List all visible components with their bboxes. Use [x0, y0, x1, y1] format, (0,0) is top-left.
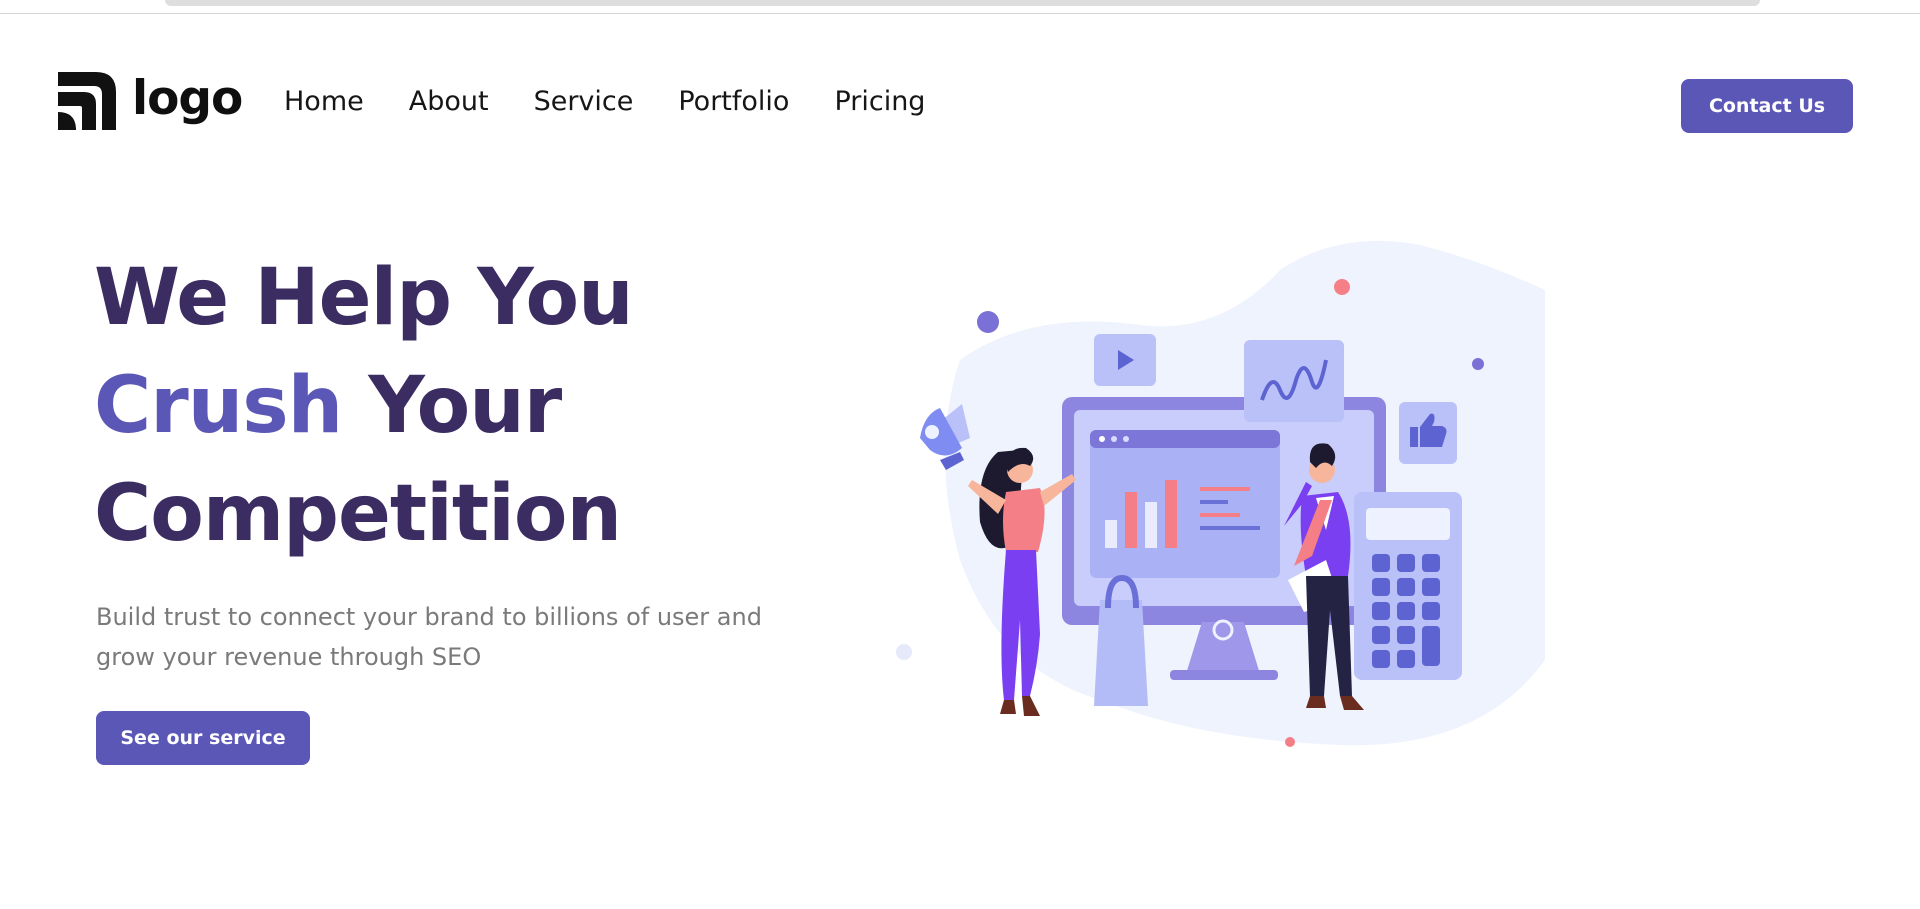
hero-title-accent: Crush [94, 361, 343, 451]
nav-portfolio[interactable]: Portfolio [678, 88, 789, 115]
navbar: logo Home About Service Portfolio Pricin… [0, 60, 1920, 150]
hero-title-line2: Your [342, 361, 562, 451]
hero-title: We Help You Crush Your Competition [94, 244, 634, 568]
play-icon [1094, 334, 1156, 386]
main-nav: Home About Service Portfolio Pricing [284, 88, 970, 115]
hero-title-line3: Competition [94, 469, 622, 559]
nav-home[interactable]: Home [284, 88, 364, 115]
nav-about[interactable]: About [409, 88, 489, 115]
nav-service[interactable]: Service [534, 88, 634, 115]
hero-subtitle: Build trust to connect your brand to bil… [96, 603, 762, 671]
logo-text: logo [132, 70, 243, 126]
browser-top-strip [0, 0, 1920, 14]
hero-illustration [896, 240, 1545, 747]
see-our-service-button[interactable]: See our service [96, 711, 310, 765]
hero-title-line1: We Help You [94, 253, 634, 343]
thumbs-up-icon [1399, 402, 1457, 464]
logo[interactable]: logo [56, 70, 243, 132]
chart-icon [1244, 340, 1344, 422]
logo-icon [58, 72, 116, 130]
nav-pricing[interactable]: Pricing [834, 88, 925, 115]
contact-us-button[interactable]: Contact Us [1681, 79, 1853, 133]
browser-scrollbar[interactable] [165, 0, 1760, 6]
